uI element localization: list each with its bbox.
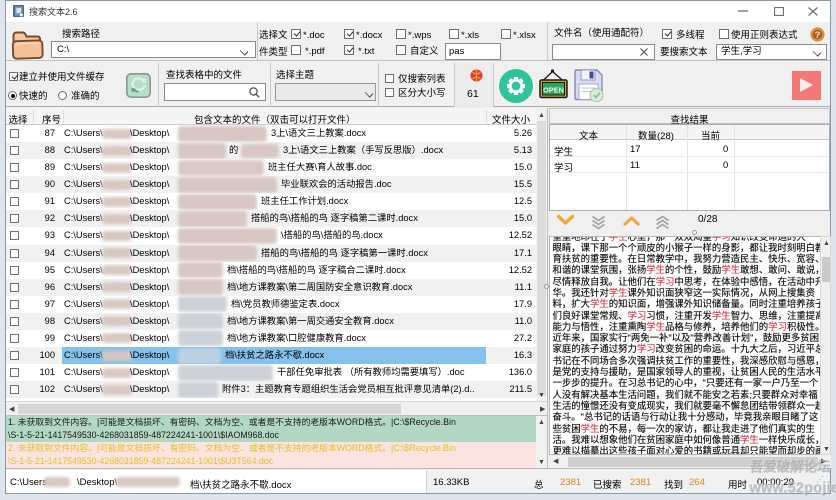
svg-text:OPEN: OPEN bbox=[543, 86, 564, 95]
svg-text:?: ? bbox=[815, 30, 821, 41]
